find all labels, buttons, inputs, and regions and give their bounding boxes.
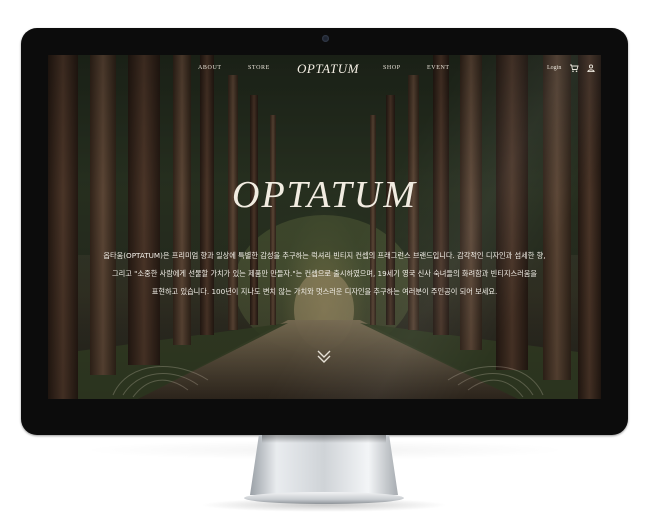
monitor-stand-base (244, 492, 404, 504)
monitor: ABOUT STORE OPTATUM SHOP EVENT Login OPT… (21, 28, 628, 435)
nav-link-event[interactable]: EVENT (427, 65, 450, 71)
ornament-swirl-left (112, 366, 209, 398)
description-line: 옵타움(OPTATUM)은 프리미엄 향과 일상에 특별한 감성을 추구하는 럭… (103, 251, 546, 260)
monitor-stand-neck (250, 435, 398, 495)
site-logo[interactable]: OPTATUM (297, 61, 359, 77)
top-navigation: ABOUT STORE OPTATUM SHOP EVENT Login (48, 55, 601, 85)
stand-shadow (262, 435, 386, 443)
ornament-swirl-right (447, 366, 544, 398)
webcam (322, 35, 329, 42)
cart-icon[interactable] (569, 63, 579, 73)
nav-link-store[interactable]: STORE (248, 65, 270, 71)
login-link[interactable]: Login (547, 65, 561, 71)
hero-title: OPTATUM (232, 174, 417, 216)
website-screen: ABOUT STORE OPTATUM SHOP EVENT Login OPT… (48, 55, 601, 399)
double-chevron-down-icon[interactable] (316, 348, 332, 364)
user-icon[interactable] (586, 63, 596, 73)
nav-link-shop[interactable]: SHOP (383, 65, 401, 71)
nav-link-about[interactable]: ABOUT (198, 65, 222, 71)
description-line: 표현하고 있습니다. 100년이 지나도 변치 않는 가치와 멋스러운 디자인을… (151, 287, 498, 296)
brand-description: 옵타움(OPTATUM)은 프리미엄 향과 일상에 특별한 감성을 추구하는 럭… (62, 247, 587, 301)
description-line: 그리고 "소중한 사람에게 선물할 가치가 있는 제품만 만들자."는 컨셉으로… (112, 269, 537, 278)
